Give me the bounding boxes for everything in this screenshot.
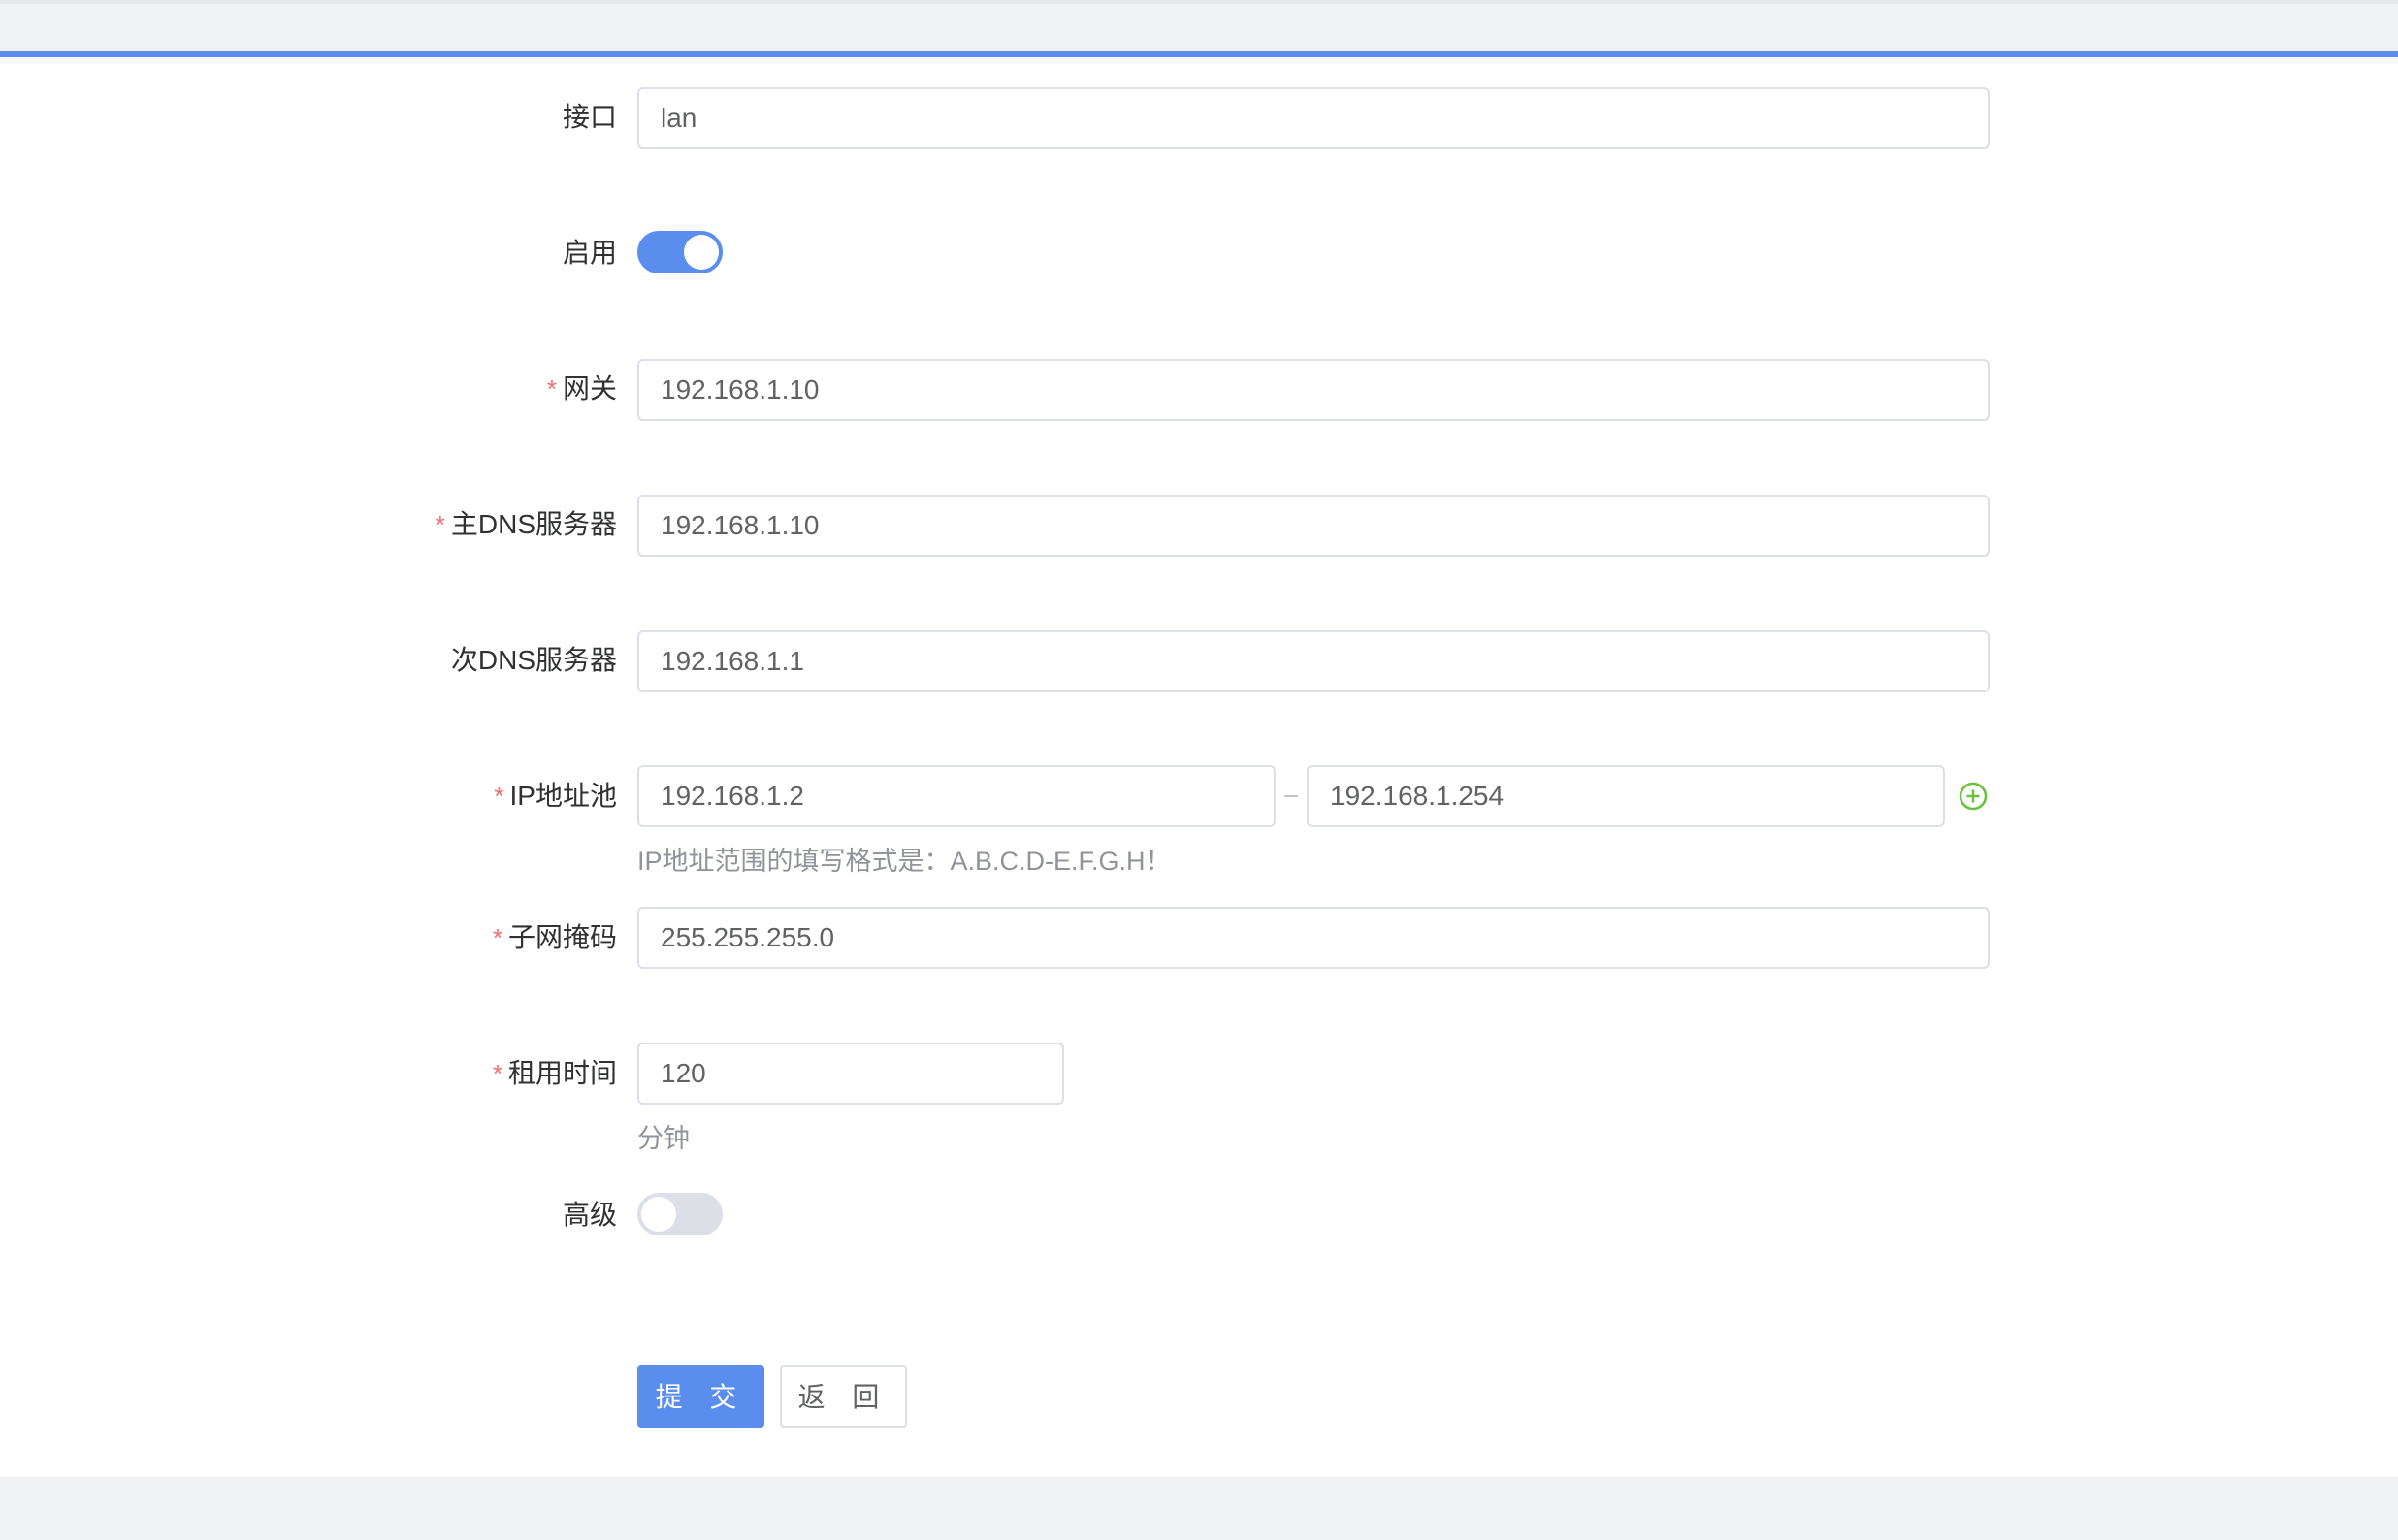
required-mark: * bbox=[492, 1059, 502, 1088]
back-button[interactable]: 返 回 bbox=[780, 1365, 907, 1428]
primary-dns-input[interactable] bbox=[637, 495, 1990, 557]
ip-pool-label: * IP地址池 bbox=[494, 781, 617, 811]
gateway-input[interactable] bbox=[637, 359, 1990, 421]
lease-time-input[interactable] bbox=[637, 1043, 1064, 1105]
advanced-label: 高级 bbox=[562, 1200, 617, 1230]
gateway-label: * 网关 bbox=[546, 373, 617, 403]
lease-time-unit: 分钟 bbox=[637, 1124, 690, 1153]
submit-button[interactable]: 提 交 bbox=[637, 1365, 764, 1428]
bottom-bar bbox=[0, 1477, 2398, 1540]
secondary-dns-input[interactable] bbox=[637, 630, 1990, 692]
secondary-dns-label: 次DNS服务器 bbox=[450, 645, 617, 675]
required-mark: * bbox=[494, 782, 504, 811]
advanced-switch[interactable] bbox=[637, 1193, 723, 1235]
enable-switch[interactable] bbox=[637, 231, 723, 273]
lease-time-label: * 租用时间 bbox=[492, 1058, 617, 1088]
subnet-mask-input[interactable] bbox=[637, 907, 1990, 969]
enable-label: 启用 bbox=[562, 238, 617, 268]
switch-knob bbox=[684, 235, 719, 270]
ip-pool-hint: IP地址范围的填写格式是：A.B.C.D-E.F.G.H！ bbox=[637, 847, 1172, 876]
range-separator bbox=[1284, 795, 1298, 797]
required-mark: * bbox=[546, 374, 557, 403]
plus-circle-icon[interactable] bbox=[1959, 782, 1988, 811]
interface-input[interactable] bbox=[637, 87, 1990, 149]
required-mark: * bbox=[492, 923, 502, 952]
ip-pool-start-input[interactable] bbox=[637, 765, 1276, 827]
top-bar bbox=[0, 0, 2398, 51]
switch-knob bbox=[641, 1197, 676, 1232]
ip-pool-end-input[interactable] bbox=[1307, 765, 1945, 827]
subnet-mask-label: * 子网掩码 bbox=[492, 922, 617, 952]
required-mark: * bbox=[435, 510, 445, 539]
primary-dns-label: * 主DNS服务器 bbox=[435, 509, 617, 539]
interface-label: 接口 bbox=[562, 102, 617, 132]
